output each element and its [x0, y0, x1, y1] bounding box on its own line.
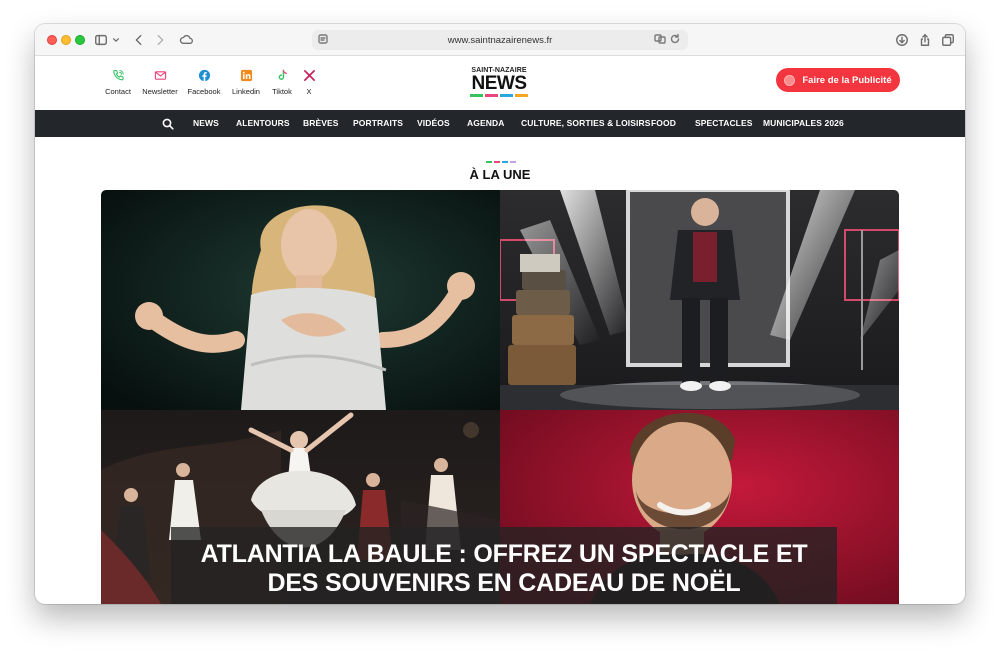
advertise-button[interactable]: Faire de la Publicité: [776, 68, 900, 92]
nav-item-news[interactable]: NEWS: [193, 110, 219, 137]
site-header: Contact Newsletter Facebook Linkedin Tik…: [35, 56, 965, 110]
nav-item-breves[interactable]: BRÈVES: [303, 110, 339, 137]
browser-window: www.saintnazairenews.fr Contact Newslett…: [35, 24, 965, 604]
translate-icon[interactable]: [654, 33, 668, 47]
minimize-window-button[interactable]: [61, 35, 71, 45]
browser-toolbar: www.saintnazairenews.fr: [35, 24, 965, 56]
x-link[interactable]: X: [287, 68, 331, 96]
tabs-overview-icon[interactable]: [940, 32, 956, 48]
section-title: À LA UNE: [469, 167, 531, 182]
address-bar[interactable]: www.saintnazairenews.fr: [312, 30, 688, 50]
newsletter-label: Newsletter: [142, 87, 178, 96]
advertise-button-label: Faire de la Publicité: [802, 74, 892, 86]
section-bar: [510, 161, 516, 163]
facebook-icon: [197, 68, 211, 82]
newsletter-link[interactable]: Newsletter: [138, 68, 182, 96]
nav-item-videos[interactable]: VIDÉOS: [417, 110, 450, 137]
nav-item-alentours[interactable]: ALENTOURS: [236, 110, 290, 137]
site-logo[interactable]: SAINT-NAZAIRE NEWS: [467, 67, 531, 101]
forward-arrow-icon[interactable]: [152, 32, 168, 48]
x-label: X: [306, 87, 312, 96]
nav-item-culture[interactable]: CULTURE, SORTIES & LOISIRS: [521, 110, 650, 137]
main-nav: NEWS ALENTOURS BRÈVES PORTRAITS VIDÉOS A…: [35, 110, 965, 137]
url-text: www.saintnazairenews.fr: [447, 34, 553, 46]
logo-main-text: NEWS: [471, 73, 528, 94]
dot-icon: [784, 74, 796, 86]
hero-article[interactable]: ATLANTIA LA BAULE : OFFREZ UN SPECTACLE …: [101, 190, 899, 604]
page-menu-icon[interactable]: [317, 33, 331, 47]
hero-headline[interactable]: ATLANTIA LA BAULE : OFFREZ UN SPECTACLE …: [171, 527, 837, 604]
phone-icon: [111, 68, 125, 82]
close-window-button[interactable]: [47, 35, 57, 45]
facebook-label: Facebook: [187, 87, 221, 96]
x-icon: [302, 68, 316, 82]
back-arrow-icon[interactable]: [131, 32, 147, 48]
nav-item-portraits[interactable]: PORTRAITS: [353, 110, 403, 137]
contact-label: Contact: [105, 87, 131, 96]
zoom-window-button[interactable]: [75, 35, 85, 45]
sidebar-toggle-icon[interactable]: [93, 32, 109, 48]
section-bar: [502, 161, 508, 163]
nav-item-spectacles[interactable]: SPECTACLES: [695, 110, 753, 137]
download-icon[interactable]: [894, 32, 910, 48]
logo-bar: [485, 94, 498, 97]
logo-color-bars: [467, 94, 531, 97]
nav-item-food[interactable]: FOOD: [651, 110, 676, 137]
section-bar: [486, 161, 492, 163]
facebook-link[interactable]: Facebook: [182, 68, 226, 96]
share-icon[interactable]: [917, 32, 933, 48]
hero-image-comedian: [500, 190, 899, 410]
mail-icon: [153, 68, 167, 82]
search-icon[interactable]: [162, 117, 174, 130]
section-color-bars: [486, 161, 516, 163]
chevron-down-icon[interactable]: [111, 32, 121, 48]
nav-item-agenda[interactable]: AGENDA: [467, 110, 504, 137]
logo-bar: [515, 94, 528, 97]
reload-icon[interactable]: [669, 33, 683, 47]
nav-item-municipales[interactable]: MUNICIPALES 2026: [763, 110, 844, 137]
logo-bar: [470, 94, 483, 97]
cloud-icon[interactable]: [177, 32, 195, 48]
hero-image-singer: [101, 190, 500, 410]
section-bar: [494, 161, 500, 163]
contact-link[interactable]: Contact: [96, 68, 140, 96]
linkedin-label: Linkedin: [232, 87, 260, 96]
logo-bar: [500, 94, 513, 97]
linkedin-icon: [239, 68, 253, 82]
